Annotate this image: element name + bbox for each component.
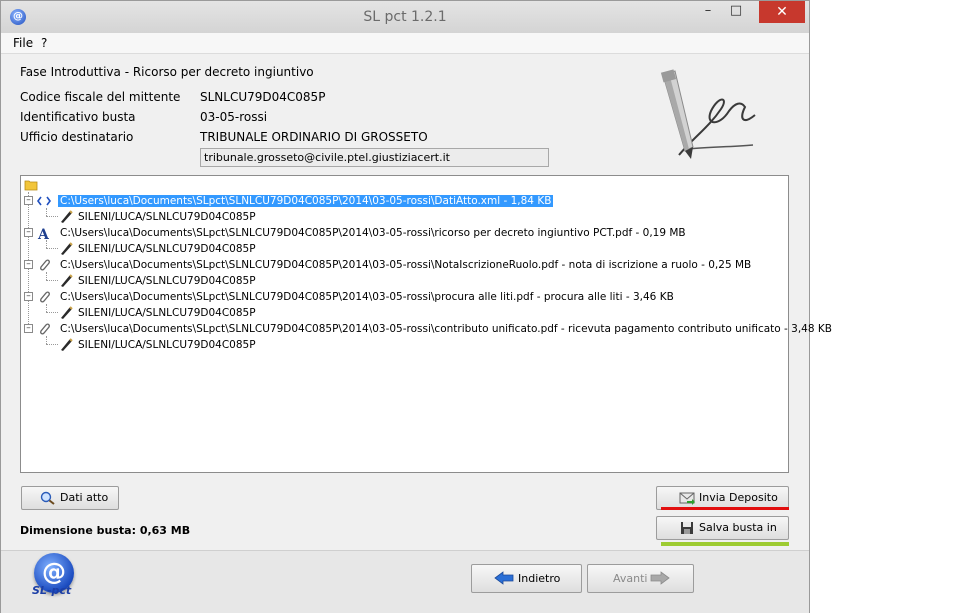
label-ufficio-destinatario: Ufficio destinatario	[20, 130, 134, 144]
value-ufficio-destinatario: TRIBUNALE ORDINARIO DI GROSSETO	[200, 130, 428, 144]
indietro-label: Indietro	[518, 572, 561, 585]
floppy-disk-icon	[681, 522, 693, 534]
paperclip-icon	[40, 259, 50, 271]
menu-file[interactable]: File	[13, 36, 33, 50]
red-underline-mark	[661, 507, 789, 510]
dati-atto-button[interactable]: Dati atto	[21, 486, 119, 510]
envelope-size-label: Dimensione busta: 0,63 MB	[20, 524, 191, 537]
tree-file-item[interactable]: C:\Users\luca\Documents\SLpct\SLNLCU79D0…	[58, 225, 688, 241]
tree-signer-item[interactable]: SILENI/LUCA/SLNLCU79D04C085P	[76, 241, 258, 257]
tree-expand-toggle[interactable]: –	[24, 260, 33, 269]
menu-help[interactable]: ?	[41, 36, 47, 50]
text-icon: A	[37, 227, 50, 240]
close-button[interactable]: ✕	[759, 1, 805, 23]
tree-signer-item[interactable]: SILENI/LUCA/SLNLCU79D04C085P	[76, 305, 258, 321]
label-codice-fiscale: Codice fiscale del mittente	[20, 90, 181, 104]
svg-text:A: A	[37, 227, 50, 240]
salva-busta-label: Salva busta in	[699, 521, 777, 534]
title-bar: @ SL pct 1.2.1 – □ ✕	[1, 1, 809, 33]
invia-deposito-label: Invia Deposito	[699, 491, 778, 504]
signature-pen-icon	[61, 338, 73, 351]
label-identificativo-busta: Identificativo busta	[20, 110, 136, 124]
tree-file-item[interactable]: C:\Users\luca\Documents\SLpct\SLNLCU79D0…	[58, 257, 753, 273]
green-underline-mark	[661, 542, 789, 546]
tree-expand-toggle[interactable]: –	[24, 228, 33, 237]
tree-expand-toggle[interactable]: –	[24, 196, 33, 205]
file-tree[interactable]: – C:\Users\luca\Documents\SLpct\SLNLCU79…	[20, 175, 832, 473]
tree-expand-toggle[interactable]: –	[24, 292, 33, 301]
signature-pen-icon	[61, 242, 73, 255]
app-window: @ SL pct 1.2.1 – □ ✕ File ? Fase Introdu…	[0, 0, 832, 613]
avanti-button[interactable]: Avanti	[587, 564, 694, 593]
tree-file-item[interactable]: C:\Users\luca\Documents\SLpct\SLNLCU79D0…	[58, 289, 676, 305]
signature-pen-icon	[61, 306, 73, 319]
paperclip-icon	[40, 291, 50, 303]
pec-address-field[interactable]: tribunale.grosseto@civile.ptel.giustizia…	[200, 148, 549, 167]
signature-pen-icon	[61, 274, 73, 287]
signature-pen-icon	[61, 210, 73, 223]
folder-icon	[24, 180, 38, 191]
tree-file-item[interactable]: C:\Users\luca\Documents\SLpct\SLNLCU79D0…	[58, 193, 554, 209]
magnifier-icon	[40, 491, 55, 505]
avanti-label: Avanti	[613, 572, 648, 585]
dati-atto-label: Dati atto	[60, 491, 109, 504]
xml-icon	[37, 196, 51, 206]
value-identificativo-busta: 03-05-rossi	[200, 110, 268, 124]
tree-signer-item[interactable]: SILENI/LUCA/SLNLCU79D04C085P	[76, 209, 258, 225]
salva-busta-button[interactable]: Salva busta in	[656, 516, 789, 540]
maximize-button[interactable]: □	[723, 1, 749, 23]
paperclip-icon	[40, 323, 50, 335]
minimize-button[interactable]: –	[695, 1, 721, 23]
arrow-right-icon	[650, 571, 670, 585]
value-codice-fiscale: SLNLCU79D04C085P	[200, 90, 326, 104]
page-title: Fase Introduttiva - Ricorso per decreto …	[20, 65, 314, 79]
envelope-send-icon	[679, 492, 695, 505]
tree-signer-item[interactable]: SILENI/LUCA/SLNLCU79D04C085P	[76, 337, 258, 353]
tree-file-item[interactable]: C:\Users\luca\Documents\SLpct\SLNLCU79D0…	[58, 321, 834, 337]
window-title: SL pct 1.2.1	[363, 9, 447, 25]
indietro-button[interactable]: Indietro	[471, 564, 582, 593]
arrow-left-icon	[494, 571, 514, 585]
pen-signature-icon	[660, 69, 756, 159]
sl-pct-logo-text: SL-pct	[32, 584, 72, 597]
tree-signer-item[interactable]: SILENI/LUCA/SLNLCU79D04C085P	[76, 273, 258, 289]
menu-bar: File ?	[1, 33, 809, 54]
tree-expand-toggle[interactable]: –	[24, 324, 33, 333]
